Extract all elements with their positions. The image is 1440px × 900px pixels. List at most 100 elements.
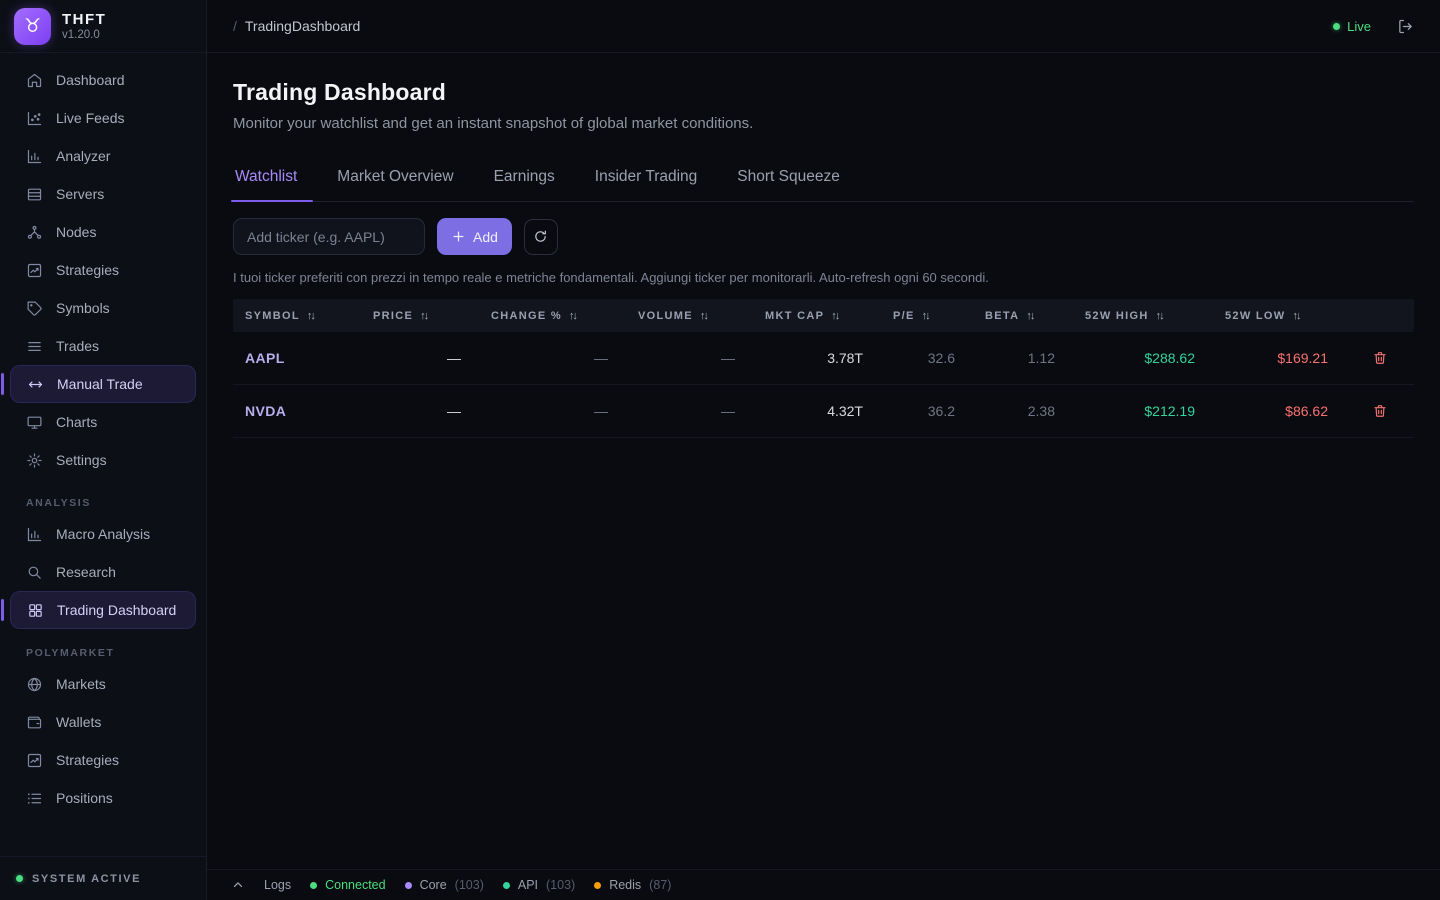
sidebar-item-markets[interactable]: Markets [0, 665, 206, 703]
delete-ticker-button[interactable] [1372, 403, 1388, 419]
api-count: (103) [546, 878, 575, 892]
sidebar-item-label: Analyzer [56, 148, 110, 164]
app-name: THFT [62, 11, 106, 28]
sidebar-item-label: Servers [56, 186, 104, 202]
sidebar-item-label: Dashboard [56, 72, 125, 88]
sidebar-item-polymarket-strategies[interactable]: Strategies [0, 741, 206, 779]
redis-label: Redis [609, 878, 641, 892]
sidebar-item-label: Manual Trade [57, 376, 143, 392]
sidebar-item-positions[interactable]: Positions [0, 779, 206, 817]
sidebar-item-dashboard[interactable]: Dashboard [0, 61, 206, 99]
trash-icon [1372, 403, 1388, 419]
change-cell: — [479, 403, 626, 419]
column-header-symbol[interactable]: SYMBOL↑↓ [233, 310, 361, 322]
symbol-cell: AAPL [233, 350, 361, 366]
sort-icon: ↑↓ [700, 310, 707, 322]
gear-icon [26, 452, 43, 469]
sort-icon: ↑↓ [420, 310, 427, 322]
logs-toggle[interactable] [231, 878, 245, 892]
breadcrumb-current: TradingDashboard [245, 18, 360, 34]
column-header-mktcap[interactable]: MKT CAP↑↓ [753, 310, 881, 322]
table-row-nvda: NVDA — — — 4.32T 36.2 2.38 $212.19 $86.6… [233, 385, 1414, 438]
logout-button[interactable] [1397, 18, 1414, 35]
tab-market-overview[interactable]: Market Overview [335, 162, 455, 201]
status-bar: Logs Connected Core (103) API (103) Redi… [207, 869, 1440, 900]
pe-cell: 36.2 [881, 403, 973, 419]
column-header-pe[interactable]: P/E↑↓ [881, 310, 973, 322]
column-header-52w-low[interactable]: 52W LOW↑↓ [1213, 310, 1346, 322]
sidebar-item-label: Nodes [56, 224, 96, 240]
tab-earnings[interactable]: Earnings [492, 162, 557, 201]
sidebar-item-charts[interactable]: Charts [0, 403, 206, 441]
refresh-button[interactable] [524, 219, 558, 255]
core-count: (103) [455, 878, 484, 892]
main-column: / TradingDashboard Live Trading Dashboar… [207, 0, 1440, 900]
tab-insider-trading[interactable]: Insider Trading [593, 162, 700, 201]
pe-cell: 32.6 [881, 350, 973, 366]
sidebar-item-settings[interactable]: Settings [0, 441, 206, 479]
column-header-price[interactable]: PRICE↑↓ [361, 310, 479, 322]
watchlist-helper-text: I tuoi ticker preferiti con prezzi in te… [233, 270, 1414, 285]
scatter-chart-icon [26, 110, 43, 127]
sidebar-item-symbols[interactable]: Symbols [0, 289, 206, 327]
logs-label[interactable]: Logs [264, 878, 291, 892]
sidebar-item-research[interactable]: Research [0, 553, 206, 591]
sidebar-item-label: Live Feeds [56, 110, 124, 126]
sidebar-item-trading-dashboard[interactable]: Trading Dashboard [10, 591, 196, 629]
sidebar-item-label: Trades [56, 338, 99, 354]
network-icon [26, 224, 43, 241]
sidebar-item-label: Strategies [56, 262, 119, 278]
list-bullets-icon [26, 790, 43, 807]
api-label: API [518, 878, 538, 892]
table-row-aapl: AAPL — — — 3.78T 32.6 1.12 $288.62 $169.… [233, 332, 1414, 385]
price-cell: — [361, 403, 479, 419]
sort-icon: ↑↓ [922, 310, 929, 322]
sidebar-item-trades[interactable]: Trades [0, 327, 206, 365]
column-header-beta[interactable]: BETA↑↓ [973, 310, 1073, 322]
sidebar-section-polymarket: POLYMARKET [0, 629, 206, 665]
page-subtitle: Monitor your watchlist and get an instan… [233, 115, 1414, 132]
redis-dot [594, 882, 601, 889]
app-version: v1.20.0 [62, 29, 106, 41]
service-api: API (103) [503, 878, 575, 892]
tab-short-squeeze[interactable]: Short Squeeze [735, 162, 842, 201]
delete-ticker-button[interactable] [1372, 350, 1388, 366]
sidebar-item-nodes[interactable]: Nodes [0, 213, 206, 251]
home-icon [26, 72, 43, 89]
core-dot [405, 882, 412, 889]
sidebar-item-analyzer[interactable]: Analyzer [0, 137, 206, 175]
sidebar-item-wallets[interactable]: Wallets [0, 703, 206, 741]
tab-bar: Watchlist Market Overview Earnings Insid… [233, 162, 1414, 202]
system-active-dot [16, 875, 23, 882]
taurus-logo-icon: ♉ [14, 8, 51, 45]
sidebar-item-macro-analysis[interactable]: Macro Analysis [0, 515, 206, 553]
breadcrumb[interactable]: / TradingDashboard [233, 18, 360, 34]
sidebar-item-live-feeds[interactable]: Live Feeds [0, 99, 206, 137]
sidebar-item-label: Settings [56, 452, 107, 468]
bar-chart-icon [26, 148, 43, 165]
trend-chart-icon [26, 262, 43, 279]
high-cell: $212.19 [1073, 403, 1213, 419]
mktcap-cell: 3.78T [753, 350, 881, 366]
add-ticker-button[interactable]: Add [437, 218, 512, 255]
breadcrumb-slash: / [233, 18, 237, 34]
chevron-up-icon [231, 878, 245, 892]
sidebar-item-manual-trade[interactable]: Manual Trade [10, 365, 196, 403]
column-header-52w-high[interactable]: 52W HIGH↑↓ [1073, 310, 1213, 322]
monitor-icon [26, 414, 43, 431]
sort-icon: ↑↓ [569, 310, 576, 322]
sidebar-item-servers[interactable]: Servers [0, 175, 206, 213]
table-header-row: SYMBOL↑↓ PRICE↑↓ CHANGE %↑↓ VOLUME↑↓ MKT… [233, 299, 1414, 332]
app-logo: ♉ THFT v1.20.0 [0, 0, 206, 53]
api-dot [503, 882, 510, 889]
column-header-change[interactable]: CHANGE %↑↓ [479, 310, 626, 322]
beta-cell: 1.12 [973, 350, 1073, 366]
add-ticker-input[interactable] [233, 218, 425, 255]
live-label: Live [1347, 19, 1371, 34]
service-redis: Redis (87) [594, 878, 671, 892]
sidebar-item-strategies[interactable]: Strategies [0, 251, 206, 289]
sort-icon: ↑↓ [307, 310, 314, 322]
column-header-volume[interactable]: VOLUME↑↓ [626, 310, 753, 322]
price-cell: — [361, 350, 479, 366]
tab-watchlist[interactable]: Watchlist [233, 162, 299, 201]
